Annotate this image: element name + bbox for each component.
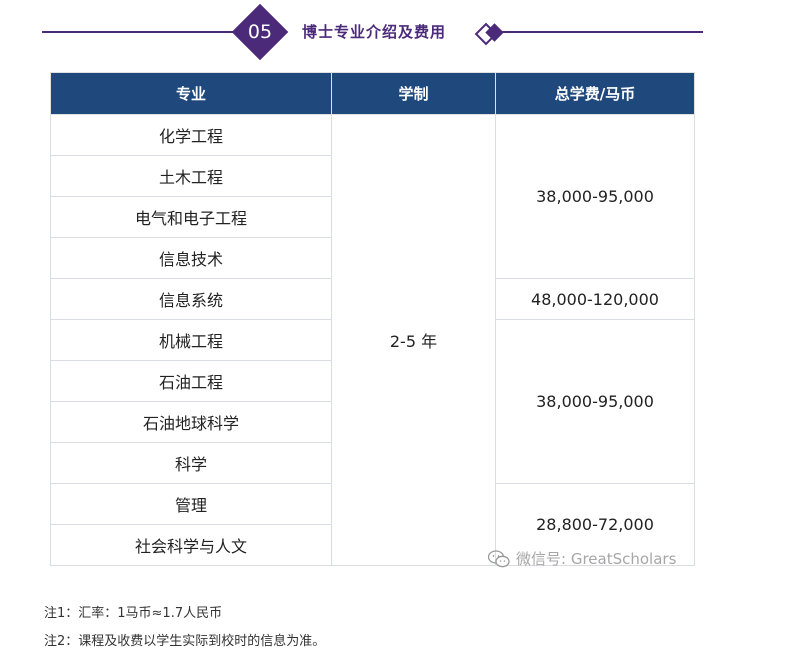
duration-cell: 2-5 年 bbox=[331, 114, 496, 566]
watermark-text: 微信号: GreatScholars bbox=[516, 550, 677, 568]
section-number: 05 bbox=[247, 21, 273, 43]
column-header-major: 专业 bbox=[50, 72, 332, 115]
column-header-duration: 学制 bbox=[331, 72, 496, 115]
major-cell: 科学 bbox=[50, 442, 332, 484]
major-cell: 石油地球科学 bbox=[50, 401, 332, 443]
major-cell: 社会科学与人文 bbox=[50, 524, 332, 566]
major-cell: 机械工程 bbox=[50, 319, 332, 361]
table-header-row: 专业 学制 总学费/马币 bbox=[50, 72, 695, 115]
note-disclaimer: 注2：课程及收费以学生实际到校时的信息为准。 bbox=[44, 634, 326, 649]
note-exchange-rate: 注1：汇率：1马币≈1.7人民币 bbox=[44, 606, 223, 621]
table-row: 化学工程 2-5 年 38,000-95,000 bbox=[50, 114, 695, 566]
major-cell: 电气和电子工程 bbox=[50, 196, 332, 238]
major-cell: 信息系统 bbox=[50, 278, 332, 320]
major-cell: 石油工程 bbox=[50, 360, 332, 402]
major-cell: 信息技术 bbox=[50, 237, 332, 279]
fee-cell: 48,000-120,000 bbox=[495, 278, 695, 320]
major-cell: 土木工程 bbox=[50, 155, 332, 197]
section-title: 博士专业介绍及费用 bbox=[302, 23, 447, 41]
column-header-fee: 总学费/马币 bbox=[495, 72, 695, 115]
major-cell: 管理 bbox=[50, 483, 332, 525]
fee-cell: 38,000-95,000 bbox=[495, 319, 695, 484]
wechat-watermark: 微信号: GreatScholars bbox=[488, 548, 676, 569]
fee-cell: 38,000-95,000 bbox=[495, 114, 695, 279]
fees-table: 专业 学制 总学费/马币 化学工程 2-5 年 38,000-95,000 土木… bbox=[50, 72, 695, 566]
wechat-icon bbox=[488, 549, 510, 567]
header-line-right bbox=[500, 31, 703, 33]
major-cell: 化学工程 bbox=[50, 114, 332, 156]
header-line-left bbox=[42, 31, 242, 33]
